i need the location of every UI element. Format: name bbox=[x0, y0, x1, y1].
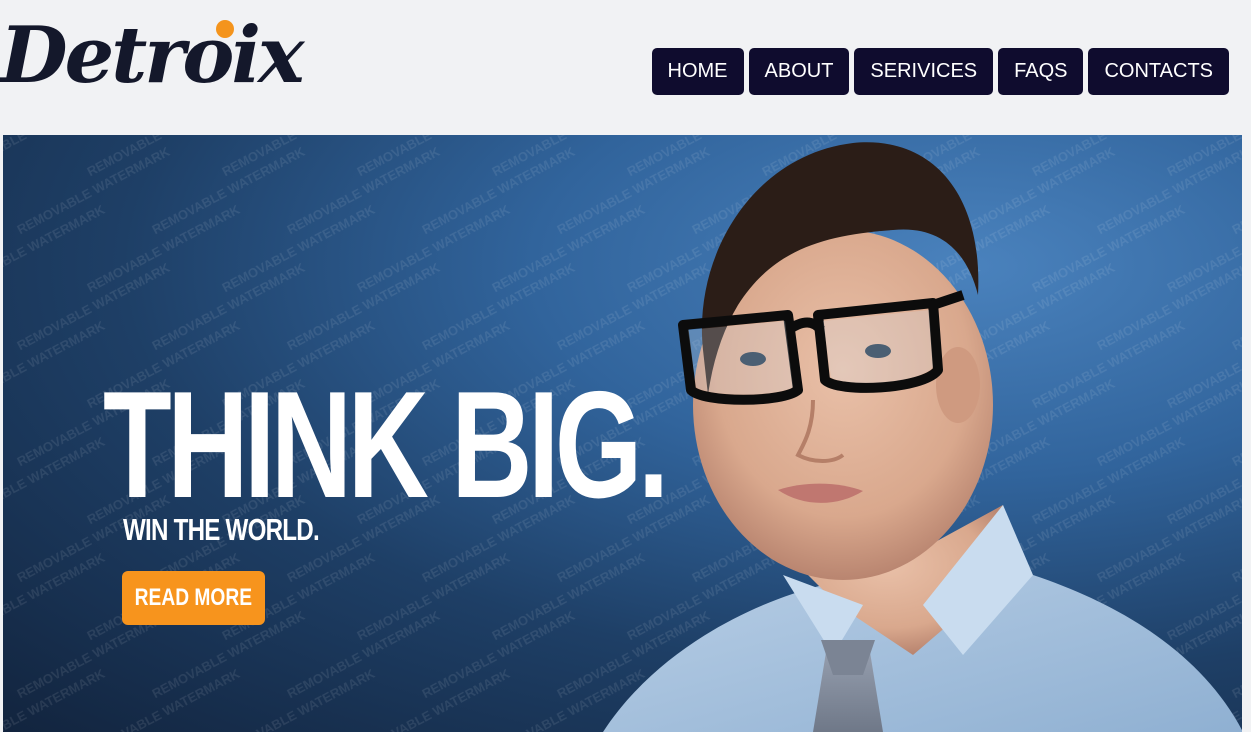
hero-headline: THINK BIG. bbox=[103, 360, 669, 530]
site-logo[interactable]: Detroix bbox=[0, 6, 305, 106]
watermark-text: REMOVABLE WATERMARK bbox=[219, 665, 378, 732]
nav-about[interactable]: ABOUT bbox=[748, 48, 850, 95]
logo-dot bbox=[216, 20, 234, 38]
site-header: Detroix HOME ABOUT SERIVICES FAQS CONTAC… bbox=[0, 0, 1251, 130]
hero-banner: REMOVABLE WATERMARK REMOVABLE WATERMARK RE… bbox=[3, 135, 1242, 732]
nav-faqs[interactable]: FAQS bbox=[998, 48, 1084, 95]
watermark-text: REMOVABLE WATERMARK bbox=[354, 665, 513, 732]
main-nav: HOME ABOUT SERIVICES FAQS CONTACTS bbox=[651, 48, 1229, 95]
nav-services[interactable]: SERIVICES bbox=[854, 48, 994, 95]
nav-home[interactable]: HOME bbox=[651, 48, 744, 95]
read-more-label: READ MORE bbox=[134, 584, 253, 611]
read-more-button[interactable]: READ MORE bbox=[122, 571, 265, 625]
watermark-text: REMOVABLE WATERMARK bbox=[84, 665, 243, 732]
hero-subline: WIN THE WORLD. bbox=[123, 512, 320, 547]
hero-man-image bbox=[603, 142, 1242, 732]
nav-contacts[interactable]: CONTACTS bbox=[1088, 48, 1229, 95]
